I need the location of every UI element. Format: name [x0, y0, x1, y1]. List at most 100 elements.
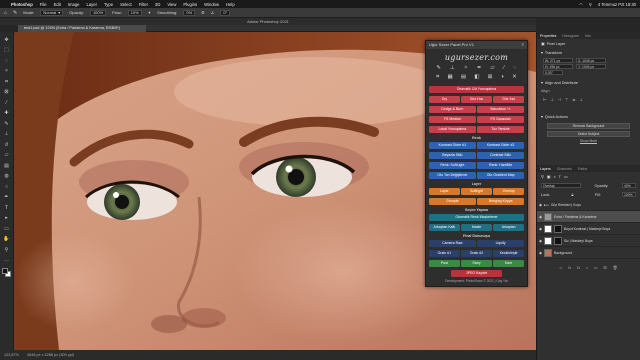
layer-row[interactable]: ◉ Extra / Parlatma & Karartma [537, 211, 640, 223]
clone-stamp-tool-icon[interactable]: ⊥ [3, 131, 10, 138]
menu-layer[interactable]: Layer [86, 2, 96, 7]
menu-image[interactable]: Image [68, 2, 80, 7]
lasso-tool-icon[interactable]: ◌ [3, 57, 10, 64]
brush-tool-icon[interactable]: ✎ [3, 120, 10, 127]
plugin-titlebar[interactable]: Uğur Sezer Panel Pro V1 ≡ [426, 41, 527, 49]
opacity-field[interactable]: 100% [89, 9, 107, 16]
show-more-link[interactable]: Show More [537, 139, 640, 143]
width-field[interactable]: W: 271 px [543, 58, 573, 63]
story-button[interactable]: Story [461, 259, 492, 267]
adjustment-icon[interactable]: ◑ [586, 266, 588, 270]
rectangle-tool-icon[interactable]: ▭ [3, 225, 10, 232]
filter-type-icon[interactable]: T [559, 175, 561, 179]
angle-field[interactable]: 0° [220, 9, 231, 16]
mask-icon[interactable]: ◘ [577, 266, 579, 270]
blur-tool-icon[interactable]: ◍ [3, 173, 10, 180]
menu-select[interactable]: Select [120, 2, 132, 7]
eraser-icon[interactable]: ▱ [490, 65, 494, 71]
grain-2-button[interactable]: Grain #2 [461, 249, 492, 257]
align-top-icon[interactable]: ⊤ [565, 97, 568, 102]
close-icon[interactable]: ✕ [512, 74, 517, 81]
kare-button[interactable]: Kare [493, 259, 525, 267]
jpeg-save-button[interactable]: JPEG Kaydet [451, 269, 502, 277]
healing-tool-icon[interactable]: ✚ [3, 110, 10, 117]
goz-hizi-button[interactable]: Göz Hızı [461, 95, 492, 103]
visibility-eye-icon[interactable]: ◉ [539, 203, 542, 207]
grain-1-button[interactable]: Grain #1 [429, 249, 460, 257]
gradient-tool-icon[interactable]: ▤ [3, 162, 10, 169]
lasso-icon[interactable]: ◌ [513, 65, 516, 71]
align-right-icon[interactable]: ⊣ [558, 97, 561, 102]
quick-actions-section[interactable]: ▾ Quick Actions [537, 112, 640, 121]
new-layer-icon[interactable]: ⊞ [603, 265, 606, 270]
mode-select[interactable]: Normal ▾ [40, 9, 64, 16]
menu-edit[interactable]: Edit [54, 2, 61, 7]
layer-row[interactable]: ◉ ▸▭ Göz Renkleri | Koyu [537, 199, 640, 211]
beyazla-stilo-button[interactable]: Beyazla Stilo [429, 151, 476, 159]
height-field[interactable]: H: 196 px [543, 64, 573, 69]
keskinlestir-button[interactable]: Keskinleştir [493, 249, 525, 257]
link-icon[interactable]: ∞ [560, 266, 563, 270]
crop-icon[interactable]: ⌗ [436, 74, 439, 81]
softlight-button[interactable]: Softlight [461, 187, 492, 195]
path-select-tool-icon[interactable]: ▸ [3, 215, 10, 222]
kontrast-2-button[interactable]: Kontrast Gider #2 [477, 141, 524, 149]
bringing-kopya-button[interactable]: Bringing Kopya [477, 197, 524, 205]
select-subject-button[interactable]: Select Subject [547, 131, 630, 137]
layers-icon[interactable]: ◧ [474, 74, 479, 81]
y-field[interactable]: Y: 1045 px [576, 64, 606, 69]
visibility-eye-icon[interactable]: ◉ [539, 251, 542, 255]
stamp-icon[interactable]: ⊥ [450, 65, 455, 71]
visibility-eye-icon[interactable]: ◉ [539, 227, 542, 231]
blend-mode-select[interactable]: Overlay [541, 183, 581, 188]
contrast-stilo-button[interactable]: Contrast Stilo [477, 151, 524, 159]
dis-button[interactable]: Dış [429, 95, 460, 103]
lokal-smoothing-button[interactable]: Lokal Yumuşatma [429, 125, 476, 133]
eyedropper-tool-icon[interactable]: ⁄ [3, 99, 10, 106]
pen-tool-icon[interactable]: ✒ [3, 194, 10, 201]
camera-raw-button[interactable]: Camera Raw [429, 239, 476, 247]
fs-median-button[interactable]: FS Median [429, 115, 476, 123]
flow-field[interactable]: 10% [127, 9, 142, 16]
grid-icon[interactable]: ▦ [447, 74, 452, 81]
zoom-tool-icon[interactable]: ⚲ [3, 246, 10, 253]
oto-gradient-button[interactable]: Oto Gradient Map [477, 171, 524, 179]
frame-tool-icon[interactable]: ⊠ [3, 89, 10, 96]
smoothing-field[interactable]: 0% [183, 9, 196, 16]
layer-row[interactable]: ◉ Background [537, 247, 640, 259]
tab-histogram[interactable]: Histogram [562, 34, 578, 38]
goz-ici-button[interactable]: Göz İnci [493, 95, 525, 103]
frame-icon[interactable]: ⊠ [488, 74, 493, 81]
align-bottom-icon[interactable]: ⊥ [579, 97, 582, 102]
crop-tool-icon[interactable]: ⌗ [3, 78, 10, 85]
tab-properties[interactable]: Properties [540, 34, 556, 38]
transform-section[interactable]: ▾ Transform [537, 48, 640, 57]
more-tools-icon[interactable]: … [3, 257, 10, 264]
fx-icon[interactable]: fx [568, 266, 571, 270]
tab-paths[interactable]: Paths [578, 167, 587, 171]
document-tab[interactable]: test1.psd @ 124% (Extra / Parlatma & Kar… [18, 25, 146, 32]
hand-tool-icon[interactable]: ✋ [3, 236, 10, 243]
zoom-level[interactable]: 123,87% [4, 350, 19, 360]
oto-ton-button[interactable]: Oto Ton Değiştirme [429, 171, 476, 179]
dodge-tool-icon[interactable]: ○ [3, 183, 10, 190]
menu-type[interactable]: Type [104, 2, 113, 7]
brush-icon[interactable]: ✎ [436, 65, 441, 71]
menu-window[interactable]: Window [204, 2, 219, 7]
filter-pixel-icon[interactable]: ▣ [547, 174, 551, 179]
menu-datetime[interactable]: 4 Temmuz Pzt 18:30 [598, 2, 636, 7]
marquee-tool-icon[interactable]: ⬚ [3, 47, 10, 54]
align-left-icon[interactable]: ⊢ [543, 97, 546, 102]
brush-tool-icon[interactable]: ✎ [13, 10, 17, 16]
auto-skin-smoothing-button[interactable]: Otomatik Cilt Yumuşatma [429, 85, 524, 93]
fill-field[interactable]: 100% [622, 192, 636, 197]
eraser-tool-icon[interactable]: ▱ [3, 152, 10, 159]
pen-icon[interactable]: ✒ [477, 65, 482, 71]
kind-filter-icon[interactable]: ⚲ [541, 174, 544, 179]
wifi-icon[interactable]: ◠ [579, 2, 583, 7]
magic-wand-tool-icon[interactable]: ✧ [3, 68, 10, 75]
menu-app-name[interactable]: Photoshop [11, 2, 33, 7]
menu-view[interactable]: View [167, 2, 176, 7]
trash-icon[interactable]: 🗑︎ [613, 265, 618, 270]
layer-opacity-field[interactable]: 40% [622, 183, 636, 188]
